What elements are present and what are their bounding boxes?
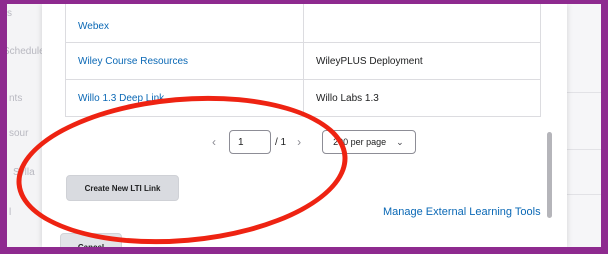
background-nav-item: Schedule [7,46,45,57]
background-nav-item: l [9,207,12,218]
tool-name-link[interactable]: Willo 1.3 Deep Link [66,80,304,116]
background-divider [567,149,601,150]
lti-link-dialog: Webex Wiley Course Resources WileyPLUS D… [42,4,567,247]
background-nav-item: s [7,8,12,19]
table-row: Webex [66,4,540,43]
tool-deployment: WileyPLUS Deployment [316,55,423,67]
page-number-input[interactable] [229,130,271,154]
tools-table: Webex Wiley Course Resources WileyPLUS D… [65,4,541,117]
table-row: Wiley Course Resources WileyPLUS Deploym… [66,43,540,80]
per-page-value: 200 per page [333,137,387,147]
cancel-button[interactable]: Cancel [60,233,122,247]
background-sidebar: s Schedule nts sour Sylla l [7,4,47,247]
chevron-right-icon[interactable]: › [290,135,308,149]
manage-external-tools-link[interactable]: Manage External Learning Tools [383,206,541,218]
background-content [567,4,601,247]
chevron-down-icon: ⌄ [396,136,404,147]
background-divider [567,92,601,93]
per-page-select[interactable]: 200 per page ⌄ [322,130,417,154]
background-nav-item: Sylla [13,167,35,178]
scrollbar[interactable] [547,132,552,218]
tool-name-link[interactable]: Webex [66,4,304,42]
tool-deployment [304,4,540,42]
page-total: / 1 [275,136,287,148]
chevron-left-icon[interactable]: ‹ [205,135,223,149]
background-nav-item: sour [9,128,29,139]
pagination: ‹ / 1 › 200 per page ⌄ [205,130,417,154]
screen: s Schedule nts sour Sylla l Webex Wiley … [7,4,601,247]
background-nav-item: nts [9,93,23,104]
create-lti-link-button[interactable]: Create New LTI Link [66,175,179,201]
tool-name-link[interactable]: Wiley Course Resources [66,43,304,79]
tool-deployment: Willo Labs 1.3 [316,92,379,104]
table-row: Willo 1.3 Deep Link Willo Labs 1.3 [66,80,540,117]
background-divider [567,194,601,195]
